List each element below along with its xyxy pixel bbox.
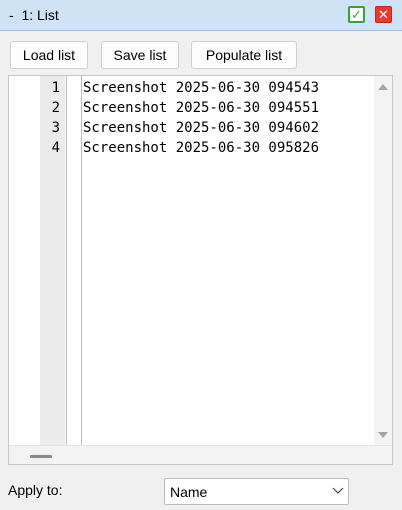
horizontal-scrollbar[interactable] (9, 445, 392, 464)
load-list-button[interactable]: Load list (10, 41, 88, 69)
list-line[interactable]: Screenshot 2025-06-30 094551 (83, 98, 319, 118)
list-line[interactable]: Screenshot 2025-06-30 095826 (83, 138, 319, 158)
apply-to-select[interactable]: Name (164, 478, 349, 505)
title-bar: - 1: List ✓ ✕ (0, 0, 402, 31)
line-number: 4 (51, 140, 60, 156)
window-title: - 1: List (9, 7, 59, 23)
fold-margin (9, 76, 40, 445)
line-number: 1 (51, 80, 60, 96)
scroll-up-icon[interactable] (378, 84, 388, 90)
margin-divider (81, 76, 82, 445)
chevron-down-icon (332, 487, 344, 494)
close-icon[interactable]: ✕ (375, 6, 392, 23)
checkmark-icon[interactable]: ✓ (348, 6, 365, 23)
line-number: 2 (51, 100, 60, 116)
scrollbar-thumb[interactable] (30, 455, 52, 458)
vertical-scrollbar[interactable] (374, 76, 392, 445)
list-line[interactable]: Screenshot 2025-06-30 094602 (83, 118, 319, 138)
apply-to-label: Apply to: (8, 482, 63, 498)
line-number: 3 (51, 120, 60, 136)
populate-list-button[interactable]: Populate list (191, 41, 297, 69)
gutter-divider (66, 76, 67, 445)
save-list-button[interactable]: Save list (101, 41, 179, 69)
list-editor[interactable]: 1 Screenshot 2025-06-30 094543 2 Screens… (8, 75, 393, 465)
scroll-down-icon[interactable] (378, 432, 388, 438)
list-line[interactable]: Screenshot 2025-06-30 094543 (83, 78, 319, 98)
apply-to-value: Name (170, 484, 208, 500)
